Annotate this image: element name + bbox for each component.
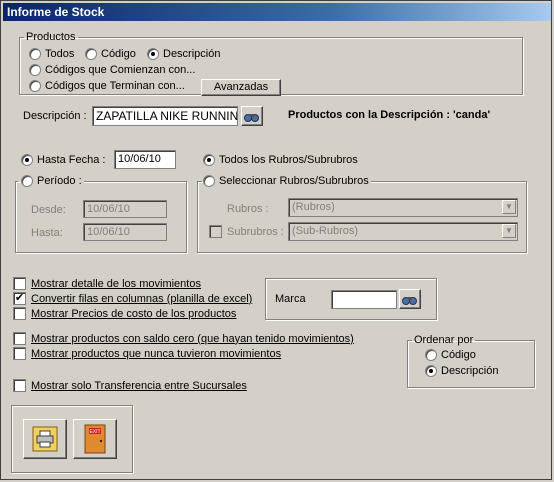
radio-ordenar-descripcion[interactable]: Descripción	[425, 365, 498, 377]
hasta-label: Hasta:	[31, 227, 63, 239]
check-mark-icon: ✔	[13, 292, 26, 305]
radio-descripcion[interactable]: Descripción	[147, 48, 220, 60]
saldo-cero-checkbox[interactable]: Mostrar productos con saldo cero (que ha…	[13, 332, 354, 345]
exit-text: EXIT	[89, 429, 100, 435]
avanzadas-button[interactable]: Avanzadas	[201, 79, 281, 96]
radio-dot	[29, 80, 41, 92]
checkbox-box	[13, 379, 26, 392]
marca-label: Marca	[275, 293, 306, 305]
checkbox-box	[13, 332, 26, 345]
radio-codigo-label: Código	[101, 48, 136, 60]
radio-hasta-fecha[interactable]: Hasta Fecha :	[21, 154, 105, 166]
hasta-fecha-input[interactable]: 10/06/10	[114, 150, 176, 169]
transferencia-checkbox[interactable]: Mostrar solo Transferencia entre Sucursa…	[13, 379, 247, 392]
subrubros-label: Subrubros :	[227, 225, 284, 238]
radio-terminan[interactable]: Códigos que Terminan con...	[29, 80, 185, 92]
window-title: Informe de Stock	[7, 5, 105, 19]
radio-codigo[interactable]: Código	[85, 48, 136, 60]
print-button[interactable]	[23, 419, 67, 459]
ordenar-descripcion-label: Descripción	[441, 365, 499, 377]
hasta-fecha-label: Hasta Fecha :	[37, 154, 106, 166]
radio-todos-label: Todos	[45, 48, 75, 60]
radio-dot	[85, 48, 97, 60]
radio-descripcion-label: Descripción	[163, 48, 221, 60]
ordenar-group: Ordenar por	[407, 334, 535, 388]
radio-dot	[29, 64, 41, 76]
radio-dot	[21, 175, 33, 187]
exit-button[interactable]: EXIT	[73, 419, 117, 459]
binoculars-icon	[244, 114, 259, 122]
saldo-cero-label: Mostrar productos con saldo cero (que ha…	[31, 332, 354, 345]
periodo-label: Período :	[37, 175, 82, 187]
rubros-label: Rubros :	[227, 203, 269, 215]
todos-rubros-label: Todos los Rubros/Subrubros	[219, 154, 358, 166]
checkbox-box	[13, 307, 26, 320]
radio-dot-selected	[147, 48, 159, 60]
detalle-checkbox[interactable]: Mostrar detalle de los movimientos	[13, 277, 201, 290]
checkbox-box	[209, 225, 222, 238]
radio-dot	[425, 349, 437, 361]
precios-checkbox[interactable]: Mostrar Precios de costo de los producto…	[13, 307, 236, 320]
seleccionar-rubros-label: Seleccionar Rubros/Subrubros	[219, 175, 369, 187]
nunca-label: Mostrar productos que nunca tuvieron mov…	[31, 347, 282, 360]
radio-todos[interactable]: Todos	[29, 48, 74, 60]
desde-input[interactable]: 10/06/10	[83, 200, 167, 218]
radio-comienzan-label: Códigos que Comienzan con...	[45, 64, 196, 76]
chevron-down-icon[interactable]: ▼	[502, 200, 516, 214]
convertir-label: Convertir filas en columnas (planilla de…	[31, 292, 253, 305]
productos-legend: Productos	[26, 31, 76, 43]
radio-periodo[interactable]: Período :	[21, 175, 84, 187]
radio-dot-selected	[203, 154, 215, 166]
subrubros-checkbox[interactable]: Subrubros :	[209, 225, 284, 238]
ordenar-codigo-label: Código	[441, 349, 476, 361]
chevron-down-icon[interactable]: ▼	[502, 224, 516, 238]
nunca-checkbox[interactable]: Mostrar productos que nunca tuvieron mov…	[13, 347, 281, 360]
marca-input[interactable]	[331, 290, 397, 309]
rubros-select-value: (Rubros)	[292, 201, 335, 213]
radio-ordenar-codigo[interactable]: Código	[425, 349, 476, 361]
radio-dot-selected	[425, 365, 437, 377]
radio-dot	[29, 48, 41, 60]
exit-door-icon: EXIT	[84, 424, 106, 454]
hasta-input[interactable]: 10/06/10	[83, 223, 167, 241]
subrubros-select-value: (Sub-Rubros)	[292, 225, 359, 237]
radio-comienzan[interactable]: Códigos que Comienzan con...	[29, 64, 195, 76]
descripcion-input[interactable]: ZAPATILLA NIKE RUNNING	[92, 106, 238, 126]
printer-icon	[32, 426, 58, 452]
subrubros-select[interactable]: (Sub-Rubros) ▼	[288, 222, 518, 241]
ordenar-legend: Ordenar por	[414, 334, 474, 346]
precios-label: Mostrar Precios de costo de los producto…	[31, 307, 237, 320]
descripcion-info: Productos con la Descripción : 'canda'	[288, 109, 491, 121]
radio-todos-rubros[interactable]: Todos los Rubros/Subrubros	[203, 154, 358, 166]
convertir-checkbox[interactable]: ✔ Convertir filas en columnas (planilla d…	[13, 292, 252, 305]
marca-search-button[interactable]	[399, 289, 421, 309]
transferencia-label: Mostrar solo Transferencia entre Sucursa…	[31, 379, 247, 392]
checkbox-box	[13, 277, 26, 290]
descripcion-search-button[interactable]	[241, 106, 263, 126]
radio-dot-selected	[21, 154, 33, 166]
checkbox-box	[13, 347, 26, 360]
desde-label: Desde:	[31, 204, 66, 216]
rubros-select[interactable]: (Rubros) ▼	[288, 198, 518, 217]
radio-dot	[203, 175, 215, 187]
radio-seleccionar-rubros[interactable]: Seleccionar Rubros/Subrubros	[203, 175, 371, 187]
report-window: Informe de Stock Productos Todos Código …	[0, 0, 552, 480]
title-bar: Informe de Stock	[3, 3, 551, 21]
detalle-label: Mostrar detalle de los movimientos	[31, 277, 201, 290]
descripcion-label: Descripción :	[23, 110, 87, 122]
binoculars-icon	[402, 297, 417, 305]
radio-terminan-label: Códigos que Terminan con...	[45, 80, 185, 92]
